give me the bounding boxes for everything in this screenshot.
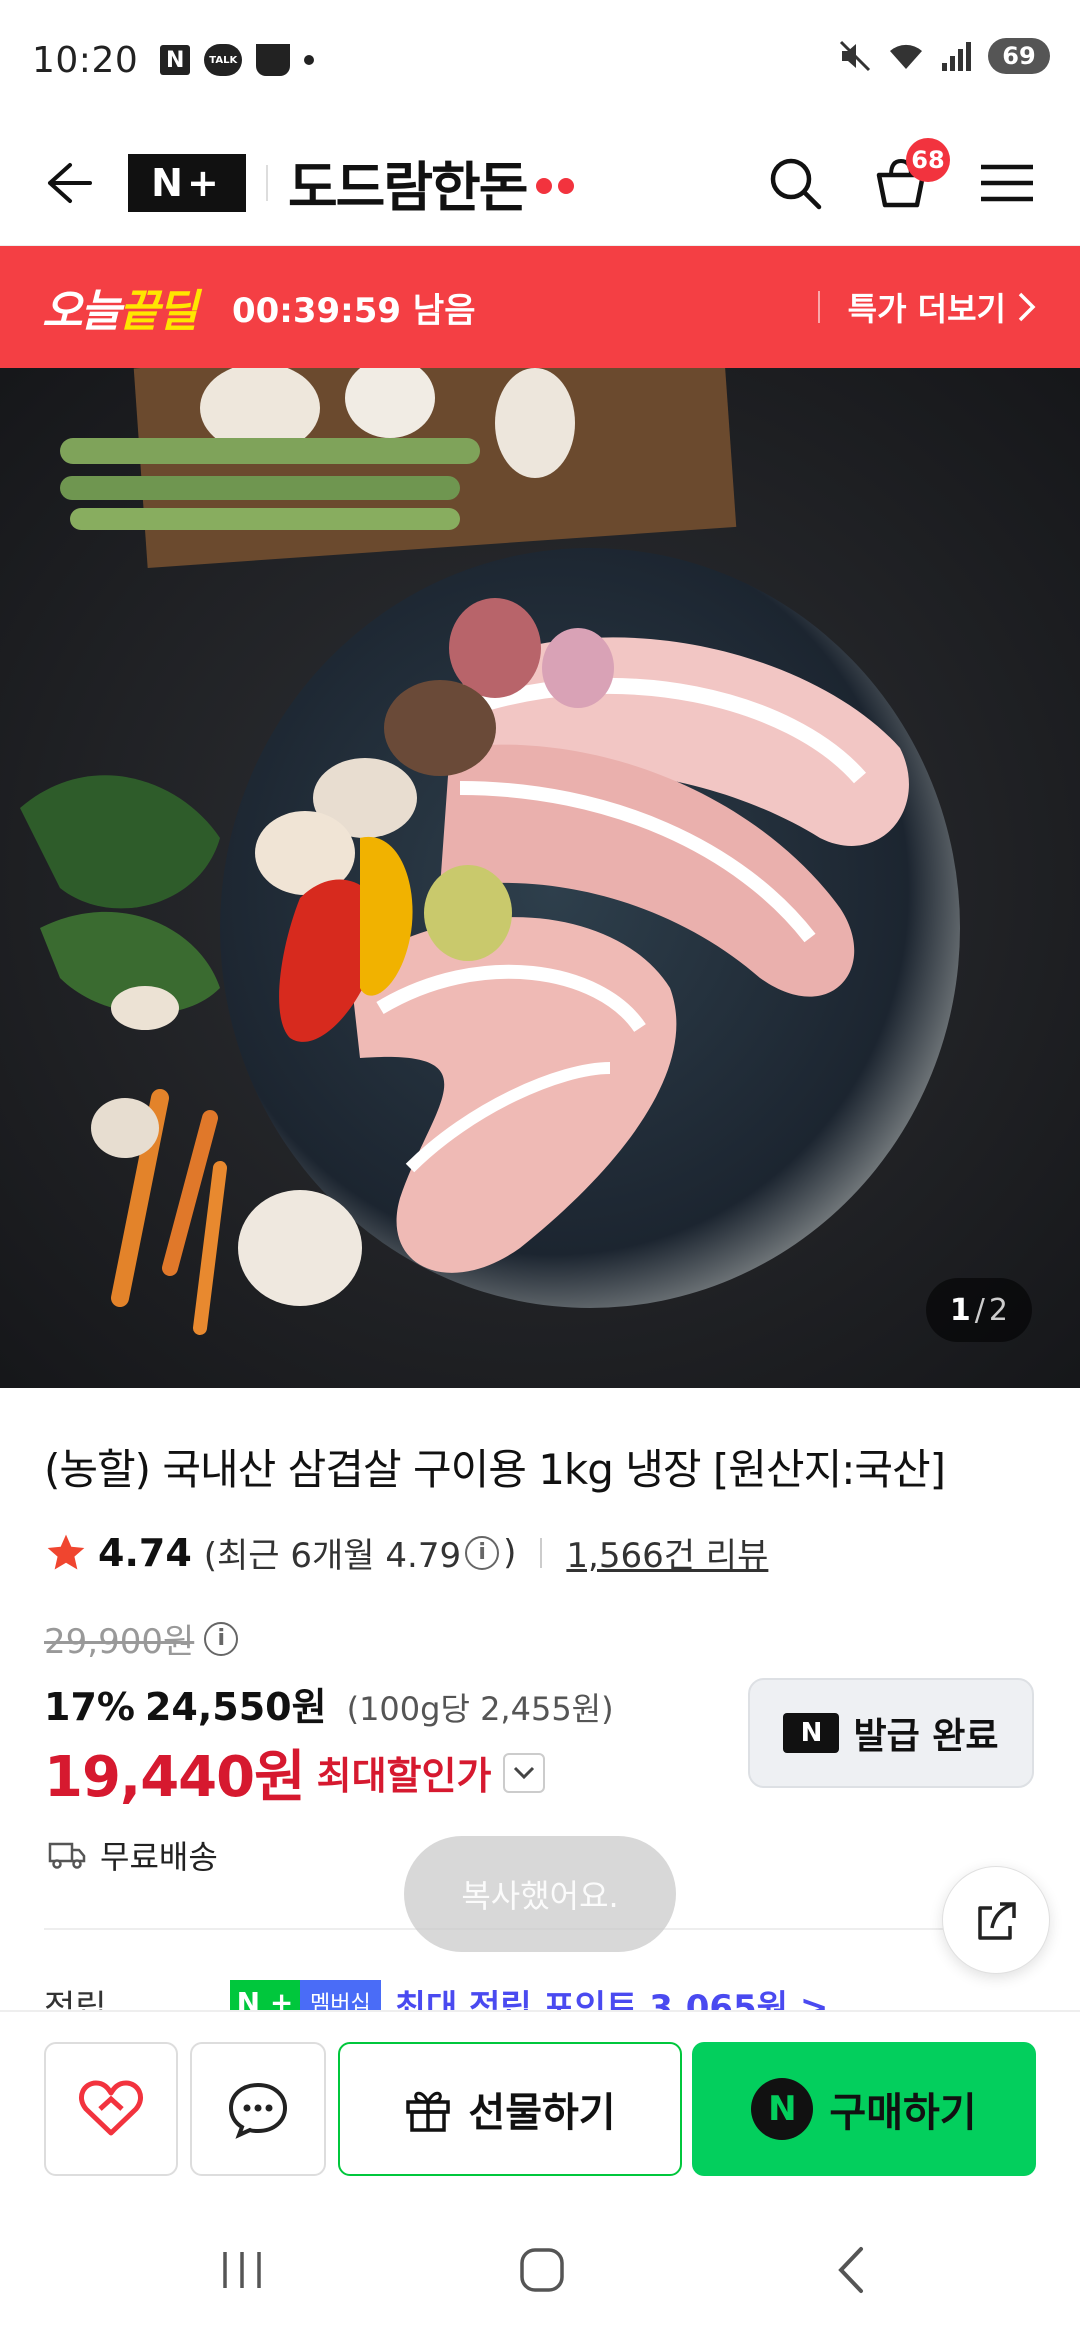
gift-label: 선물하기 xyxy=(468,2090,616,2136)
deal-more-link[interactable]: 특가 더보기 xyxy=(818,284,1038,330)
coffee-notification-icon xyxy=(256,44,291,76)
naver-notification-icon: N xyxy=(160,45,191,75)
coupon-label: 발급 완료 xyxy=(853,1716,999,1757)
rating-divider xyxy=(540,1537,543,1568)
sale-price-row: 17% 24,550원 (100g당 2,455원) xyxy=(44,1676,614,1731)
wifi-icon xyxy=(890,44,922,69)
membership-badge-n: N + xyxy=(230,1980,300,2010)
wishlist-button[interactable] xyxy=(44,2042,178,2176)
deal-more-label: 특가 더보기 xyxy=(847,290,1006,328)
max-points-text: 최대 적립 포인트 3,065원 > xyxy=(394,1988,829,2010)
recent-rating-text: (최근 6개월 4.79 xyxy=(203,1536,462,1576)
home-icon xyxy=(520,2248,564,2292)
image-counter: 1 / 2 xyxy=(925,1278,1032,1342)
chevron-down-icon xyxy=(514,1766,535,1779)
status-time: 10:20 xyxy=(32,39,139,81)
gift-icon xyxy=(406,2091,451,2132)
nplus-store-logo[interactable]: N+ xyxy=(128,153,246,212)
max-discount-price: 19,440원 xyxy=(44,1745,306,1810)
points-row[interactable]: 적립 N + 멤버십 최대 적립 포인트 3,065원 > xyxy=(44,1980,1044,2010)
share-icon xyxy=(978,1902,1016,1940)
rating-score: 4.74 xyxy=(98,1530,192,1575)
deal-countdown-timer: 00:39:59 남음 xyxy=(231,290,476,331)
status-bar: 10:20 N TALK 69 xyxy=(0,0,1080,120)
today-deal-banner[interactable]: 오늘끝딜 00:39:59 남음 특가 더보기 xyxy=(0,246,1080,368)
home-button[interactable] xyxy=(502,2240,582,2300)
product-photo xyxy=(0,368,1080,1388)
info-icon[interactable]: i xyxy=(465,1535,500,1570)
menu-button[interactable] xyxy=(974,150,1040,216)
signal-icon xyxy=(942,42,971,71)
more-notifications-dot-icon xyxy=(304,55,315,65)
cart-button[interactable]: 68 xyxy=(868,137,950,216)
sale-price: 24,550원 xyxy=(144,1685,327,1729)
original-price-row: 29,900원 i xyxy=(44,1614,239,1663)
system-icons: 69 xyxy=(838,38,1050,74)
deal-title: 오늘끝딜 xyxy=(42,286,198,337)
shipping-row: 무료배송 xyxy=(48,1832,218,1878)
android-navigation-bar xyxy=(0,2200,1080,2340)
hamburger-menu-icon xyxy=(981,164,1033,201)
recent-rating: (최근 6개월 4.79 i ) xyxy=(204,1528,517,1577)
search-button[interactable] xyxy=(762,150,828,216)
discount-percent: 17% xyxy=(44,1685,135,1729)
max-discount-expand-button[interactable] xyxy=(503,1752,546,1793)
heart-icon xyxy=(79,2080,143,2136)
rating-row: 4.74 (최근 6개월 4.79 i ) 1,566건 리뷰 xyxy=(44,1528,768,1577)
chevron-right-icon xyxy=(1018,292,1036,322)
copied-toast: 복사했어요. xyxy=(404,1836,676,1952)
gift-button[interactable]: 선물하기 xyxy=(338,2042,682,2176)
buy-label: 구매하기 xyxy=(829,2090,977,2136)
star-icon xyxy=(47,1534,85,1569)
buy-now-button[interactable]: N 구매하기 xyxy=(692,2042,1036,2176)
price-info-icon[interactable]: i xyxy=(204,1621,239,1656)
system-back-button[interactable] xyxy=(810,2240,890,2300)
arrow-left-icon xyxy=(48,162,92,203)
coupon-issued-button[interactable]: N 발급 완료 xyxy=(748,1678,1034,1788)
product-title: (농할) 국내산 삼겹살 구이용 1kg 냉장 [원산지:국산] xyxy=(44,1445,946,1494)
store-name[interactable]: 도드람한돈 xyxy=(288,143,528,222)
search-icon xyxy=(770,158,822,209)
chat-inquiry-button[interactable] xyxy=(190,2042,326,2176)
back-button[interactable] xyxy=(40,155,96,211)
recent-apps-button[interactable] xyxy=(202,2240,282,2300)
recent-apps-icon xyxy=(223,2252,261,2288)
store-logo-dots xyxy=(536,177,575,194)
truck-icon xyxy=(48,1842,86,1869)
points-label: 적립 xyxy=(44,1988,107,2010)
max-discount-label: 최대할인가 xyxy=(316,1754,492,1798)
membership-badge-label: 멤버십 xyxy=(300,1980,381,2010)
recent-rating-close: ) xyxy=(503,1532,517,1573)
cart-count-badge: 68 xyxy=(906,137,950,182)
review-count-link[interactable]: 1,566건 리뷰 xyxy=(566,1528,768,1577)
chevron-left-icon xyxy=(838,2247,863,2293)
kakaotalk-notification-icon: TALK xyxy=(204,44,243,76)
battery-indicator: 69 xyxy=(988,38,1050,74)
product-image-carousel[interactable]: 1 / 2 xyxy=(0,368,1080,1388)
unit-price: (100g당 2,455원) xyxy=(346,1690,614,1728)
image-total-count: 2 xyxy=(988,1292,1008,1328)
max-discount-row: 19,440원 최대할인가 xyxy=(44,1732,546,1813)
naver-pay-icon: N xyxy=(751,2078,814,2140)
mute-icon xyxy=(839,40,871,72)
naver-n-icon: N xyxy=(783,1713,840,1753)
notification-icons: N TALK xyxy=(160,44,315,76)
image-current-index: 1 xyxy=(949,1292,971,1328)
original-price: 29,900원 xyxy=(44,1622,195,1662)
share-button[interactable] xyxy=(942,1866,1050,1974)
shipping-label: 무료배송 xyxy=(100,1838,218,1876)
chat-bubble-icon xyxy=(228,2082,288,2139)
bottom-action-bar: 선물하기 N 구매하기 xyxy=(0,2010,1080,2200)
logo-divider xyxy=(266,164,268,201)
app-header: N+ 도드람한돈 68 xyxy=(0,120,1080,246)
membership-badge: N + 멤버십 xyxy=(230,1980,381,2010)
